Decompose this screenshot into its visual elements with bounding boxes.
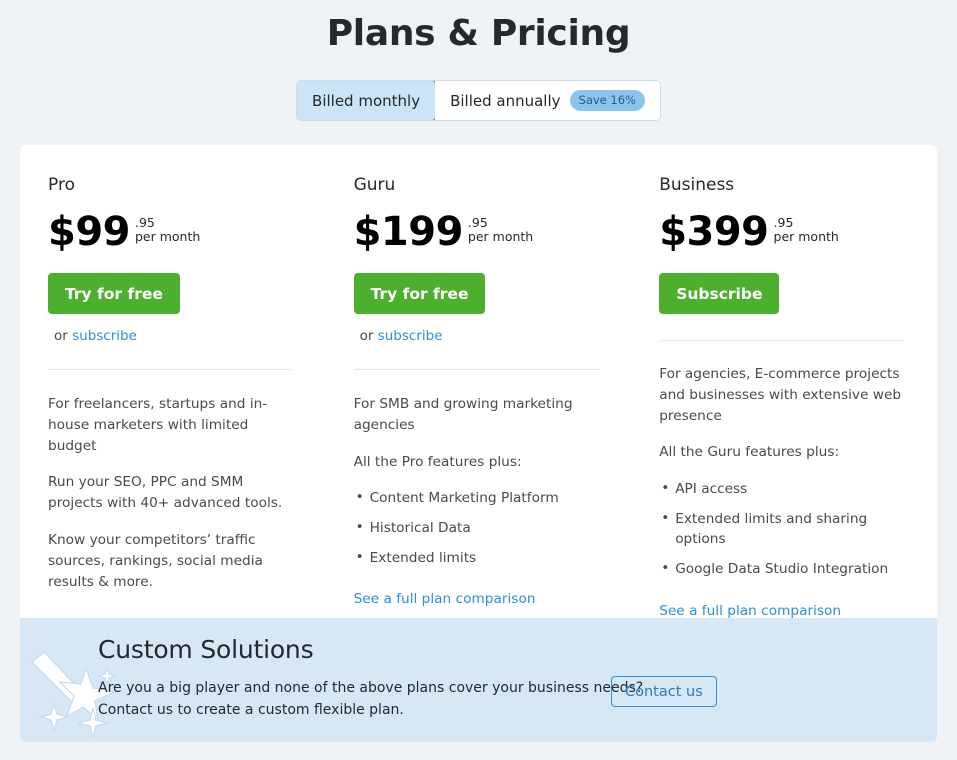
list-item: Content Marketing Platform [354, 488, 606, 509]
price-amount: $399 [659, 209, 769, 255]
pricing-card-pro: Pro $99 .95 per month Try for free or su… [20, 145, 326, 639]
price-details: .95 per month [468, 213, 533, 244]
price-cents: .95 [135, 215, 155, 230]
plan-features-list: Content Marketing Platform Historical Da… [354, 488, 606, 568]
card-divider [659, 340, 905, 341]
list-item: API access [659, 478, 911, 500]
pricing-card-business: Business $399 .95 per month Subscribe Fo… [631, 145, 937, 619]
or-subscribe-pro: or subscribe [54, 328, 326, 344]
price-details: .95 per month [135, 213, 200, 244]
toggle-option-monthly-label: Billed monthly [312, 91, 421, 110]
plan-price: $199 .95 per month [353, 209, 632, 255]
banner-body: Custom Solutions Are you a big player an… [98, 635, 658, 721]
card-divider [353, 369, 599, 370]
plan-price: $399 .95 per month [659, 209, 937, 255]
subscribe-button-business[interactable]: Subscribe [659, 273, 780, 314]
banner-text: Are you a big player and none of the abo… [98, 678, 658, 721]
plan-comparison-link-business[interactable]: See a full plan comparison [659, 603, 841, 619]
price-cents: .95 [773, 215, 794, 230]
price-period: per month [467, 229, 534, 244]
subscribe-link-guru[interactable]: subscribe [378, 328, 443, 344]
or-prefix: or [54, 328, 73, 344]
toggle-option-annually[interactable]: Billed annually Save 16% [435, 81, 660, 121]
plan-price: $99 .95 per month [48, 209, 326, 255]
plan-description-1: For SMB and growing marketing agencies [353, 396, 573, 433]
list-item: Historical Data [354, 517, 606, 539]
plan-features-intro: All the Pro features plus: [353, 453, 522, 470]
price-cents: .95 [467, 215, 488, 230]
banner-text-line-1: Are you a big player and none of the abo… [98, 680, 644, 696]
plan-comparison-link-guru[interactable]: See a full plan comparison [354, 591, 536, 607]
plan-description-3: Know your competitors’ traffic sources, … [48, 532, 263, 590]
price-period: per month [773, 229, 839, 244]
toggle-option-annually-label: Billed annually [450, 91, 561, 110]
pricing-card-guru: Guru $199 .95 per month Try for free or … [326, 145, 632, 618]
price-amount: $99 [48, 209, 131, 255]
pricing-cards-panel: Pro $99 .95 per month Try for free or su… [20, 145, 937, 639]
plan-name: Guru [353, 175, 396, 195]
or-prefix: or [359, 328, 378, 344]
plan-description-2: Run your SEO, PPC and SMM projects with … [48, 474, 283, 512]
plan-name: Business [659, 175, 735, 195]
try-for-free-button-pro[interactable]: Try for free [48, 273, 180, 314]
page-title: Plans & Pricing [326, 13, 631, 54]
plan-features-list: API access Extended limits and sharing o… [659, 478, 911, 580]
or-subscribe-guru: or subscribe [360, 328, 632, 344]
price-period: per month [135, 229, 201, 244]
price-details: .95 per month [774, 213, 839, 244]
price-amount: $199 [353, 209, 464, 255]
plan-description-1: For agencies, E-commerce projects and bu… [659, 366, 902, 424]
billing-toggle-wrapper: Billed monthly Billed annually Save 16% [0, 80, 957, 122]
banner-title: Custom Solutions [98, 635, 314, 664]
try-for-free-button-guru[interactable]: Try for free [353, 273, 486, 314]
list-item: Google Data Studio Integration [659, 558, 911, 580]
custom-solutions-banner: Custom Solutions Are you a big player an… [20, 618, 937, 742]
contact-us-button[interactable]: Contact us [611, 676, 717, 707]
subscribe-link-pro[interactable]: subscribe [72, 328, 137, 344]
card-divider [48, 369, 293, 370]
banner-text-line-2: Contact us to create a custom flexible p… [98, 701, 404, 718]
plan-name: Pro [48, 175, 75, 195]
billing-toggle[interactable]: Billed monthly Billed annually Save 16% [296, 80, 661, 122]
plan-features-intro: All the Guru features plus: [659, 444, 840, 461]
list-item: Extended limits [354, 547, 606, 569]
save-badge: Save 16% [569, 90, 645, 112]
plan-description-1: For freelancers, startups and in-house m… [48, 396, 268, 454]
toggle-option-monthly[interactable]: Billed monthly [297, 81, 437, 121]
list-item: Extended limits and sharing options [659, 508, 911, 550]
